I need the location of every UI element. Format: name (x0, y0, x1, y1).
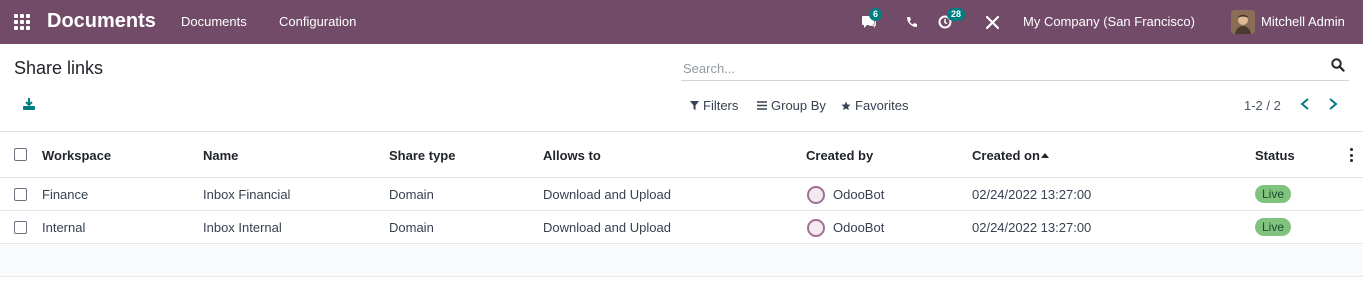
status-badge: Live (1255, 185, 1292, 203)
cell-allows-to: Download and Upload (543, 220, 671, 235)
cell-created-by: OdooBot (833, 220, 885, 235)
cell-created-on: 02/24/2022 13:27:00 (972, 187, 1092, 202)
activity-badge: 28 (947, 8, 966, 21)
column-created-on[interactable]: Created on (972, 148, 1040, 163)
menu-configuration[interactable]: Configuration (279, 14, 356, 29)
cell-workspace: Finance (42, 187, 89, 202)
star-icon (841, 101, 851, 110)
cell-created-on: 02/24/2022 13:27:00 (972, 220, 1092, 235)
row-checkbox[interactable] (14, 188, 27, 201)
pager-value[interactable]: 1-2 / 2 (1244, 98, 1281, 113)
cell-share-type: Domain (389, 220, 434, 235)
sort-asc-icon (1041, 153, 1049, 158)
apps-icon[interactable] (14, 14, 30, 30)
odoobot-avatar (807, 219, 825, 237)
search-bar (681, 54, 1349, 81)
chevron-left-icon[interactable] (1299, 97, 1313, 113)
page-title: Share links (14, 58, 104, 78)
cell-allows-to: Download and Upload (543, 187, 671, 202)
chat-icon[interactable]: 6 (859, 8, 883, 32)
row-checkbox[interactable] (14, 221, 27, 234)
group-by-label: Group By (771, 98, 826, 113)
search-input[interactable] (683, 58, 1313, 78)
column-allows-to[interactable]: Allows to (543, 148, 601, 163)
kebab-icon[interactable] (1350, 148, 1354, 162)
column-status[interactable]: Status (1255, 148, 1295, 163)
table-header: Workspace Name Share type Allows to Crea… (0, 131, 1363, 178)
user-avatar[interactable] (1231, 10, 1255, 34)
activity-icon[interactable]: 28 (935, 8, 966, 32)
filters-label: Filters (703, 98, 739, 113)
download-icon[interactable] (22, 97, 38, 113)
chat-badge: 6 (869, 8, 883, 21)
phone-icon[interactable] (902, 12, 922, 32)
table-row[interactable]: Finance Inbox Financial Domain Download … (0, 178, 1363, 211)
filters-button[interactable]: Filters (690, 98, 738, 113)
top-navbar: Documents Documents Configuration 6 28 M… (0, 0, 1363, 44)
search-icon[interactable] (1331, 58, 1347, 74)
menu-documents[interactable]: Documents (181, 14, 247, 29)
cell-workspace: Internal (42, 220, 86, 235)
status-badge: Live (1255, 218, 1292, 236)
cell-name: Inbox Internal (203, 220, 282, 235)
filter-icon (690, 101, 699, 110)
favorites-button[interactable]: Favorites (841, 98, 908, 113)
company-switcher[interactable]: My Company (San Francisco) (1023, 14, 1195, 29)
chevron-right-icon[interactable] (1327, 97, 1341, 113)
cell-share-type: Domain (389, 187, 434, 202)
group-by-button[interactable]: Group By (757, 98, 826, 113)
column-name[interactable]: Name (203, 148, 238, 163)
favorites-label: Favorites (855, 98, 909, 113)
table-row[interactable]: Internal Inbox Internal Domain Download … (0, 211, 1363, 244)
group-by-icon (757, 101, 767, 110)
table-empty-area (0, 245, 1363, 277)
column-workspace[interactable]: Workspace (42, 148, 111, 163)
odoobot-avatar (807, 186, 825, 204)
column-created-by[interactable]: Created by (806, 148, 873, 163)
user-menu[interactable]: Mitchell Admin (1261, 14, 1345, 29)
cell-created-by: OdooBot (833, 187, 885, 202)
app-title[interactable]: Documents (47, 10, 156, 33)
column-share-type[interactable]: Share type (389, 148, 455, 163)
select-all-checkbox[interactable] (14, 148, 27, 161)
cell-name: Inbox Financial (203, 187, 291, 202)
tools-icon[interactable] (982, 12, 1002, 32)
